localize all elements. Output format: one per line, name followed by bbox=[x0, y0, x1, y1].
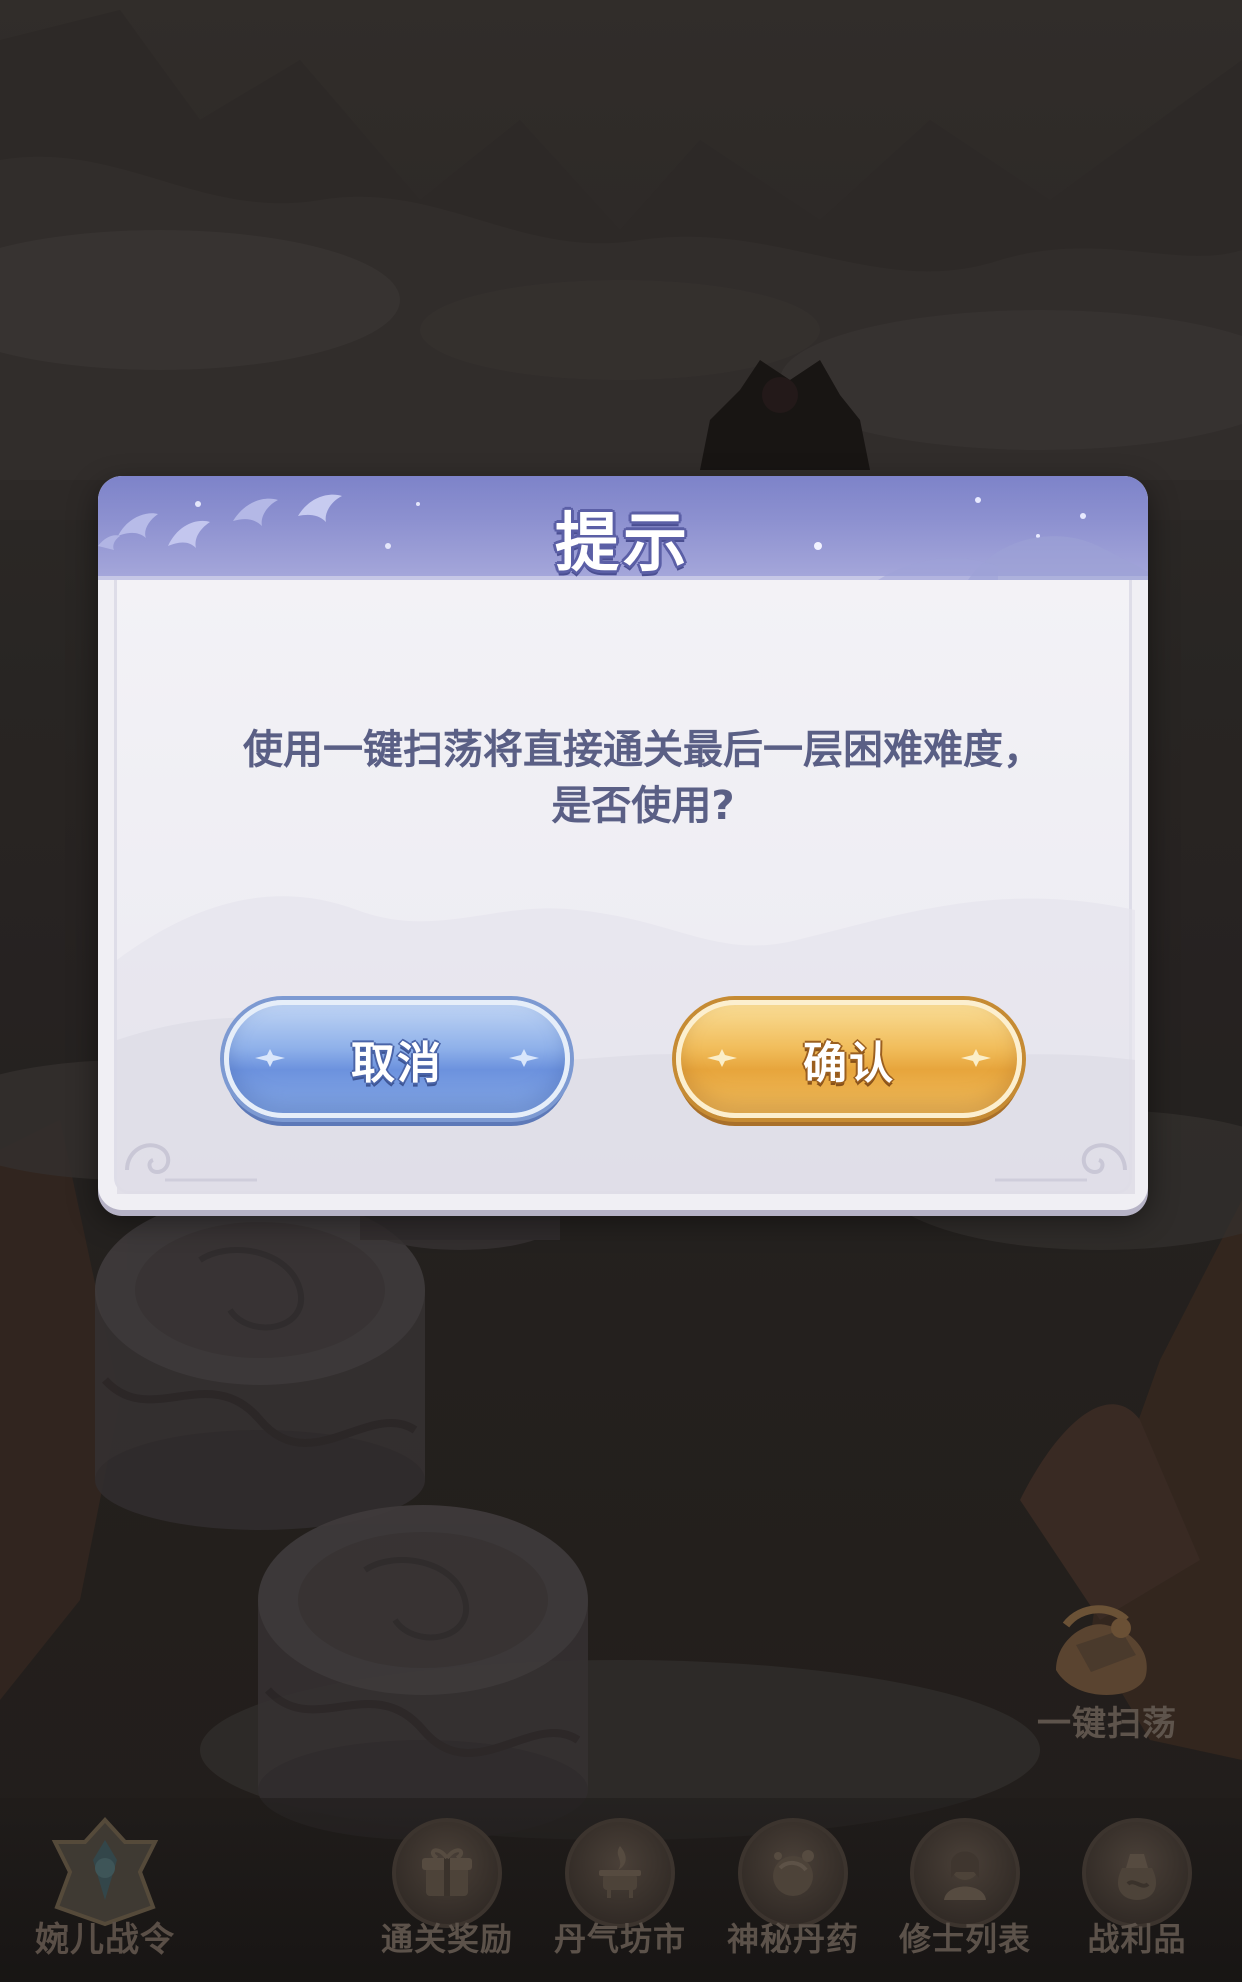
menu-label-loot: 战利品 bbox=[1087, 1920, 1187, 1958]
menu-label-mystery-elixir: 神秘丹药 bbox=[726, 1920, 859, 1958]
menu-label-clear-rewards: 通关奖励 bbox=[380, 1920, 513, 1958]
dialog-title: 提示 bbox=[555, 507, 691, 581]
sparkle-icon bbox=[255, 1049, 285, 1067]
pill-icon bbox=[738, 1818, 848, 1928]
gift-box-icon bbox=[392, 1818, 502, 1928]
confirm-label: 确认 bbox=[803, 1038, 895, 1089]
sparkle-icon bbox=[707, 1049, 737, 1067]
message-line-1: 使用一键扫荡将直接通关最后一层困难难度， bbox=[243, 727, 1043, 773]
sparkle-icon bbox=[509, 1049, 539, 1067]
confirm-button[interactable]: 确认 bbox=[676, 1000, 1022, 1118]
battle-pass-button[interactable]: 婉儿战令 bbox=[20, 1800, 190, 1970]
one-click-sweep-button[interactable]: 一键扫荡 bbox=[1022, 1600, 1192, 1750]
sweep-label: 一键扫荡 bbox=[1037, 1704, 1177, 1744]
battle-pass-label: 婉儿战令 bbox=[35, 1920, 175, 1960]
menu-item-mystery-elixir[interactable]: 神秘丹药 bbox=[718, 1818, 868, 1978]
menu-label-elixir-market: 丹气坊市 bbox=[553, 1920, 686, 1958]
incense-burner-icon bbox=[565, 1818, 675, 1928]
treasure-bag-icon bbox=[1082, 1818, 1192, 1928]
sparkle-icon bbox=[961, 1049, 991, 1067]
dialog-header: 提示 bbox=[98, 476, 1148, 581]
menu-item-clear-rewards[interactable]: 通关奖励 bbox=[372, 1818, 522, 1978]
menu-item-loot[interactable]: 战利品 bbox=[1062, 1818, 1212, 1978]
cancel-button[interactable]: 取消 bbox=[224, 1000, 570, 1118]
message-line-2: 是否使用? bbox=[551, 783, 735, 829]
dialog-message: 使用一键扫荡将直接通关最后一层困难难度， 是否使用? bbox=[138, 722, 1148, 834]
cancel-label: 取消 bbox=[351, 1038, 443, 1089]
menu-item-elixir-market[interactable]: 丹气坊市 bbox=[545, 1818, 695, 1978]
menu-item-cultivator-list[interactable]: 修士列表 bbox=[890, 1818, 1040, 1978]
menu-label-cultivator-list: 修士列表 bbox=[898, 1920, 1031, 1958]
cultivator-portrait-icon bbox=[910, 1818, 1020, 1928]
confirm-dialog: 提示 使用一键扫荡将直接通关最后一层困难难度， 是否使用? 取消 确认 bbox=[98, 476, 1148, 1210]
sweep-icon bbox=[1056, 1605, 1147, 1695]
